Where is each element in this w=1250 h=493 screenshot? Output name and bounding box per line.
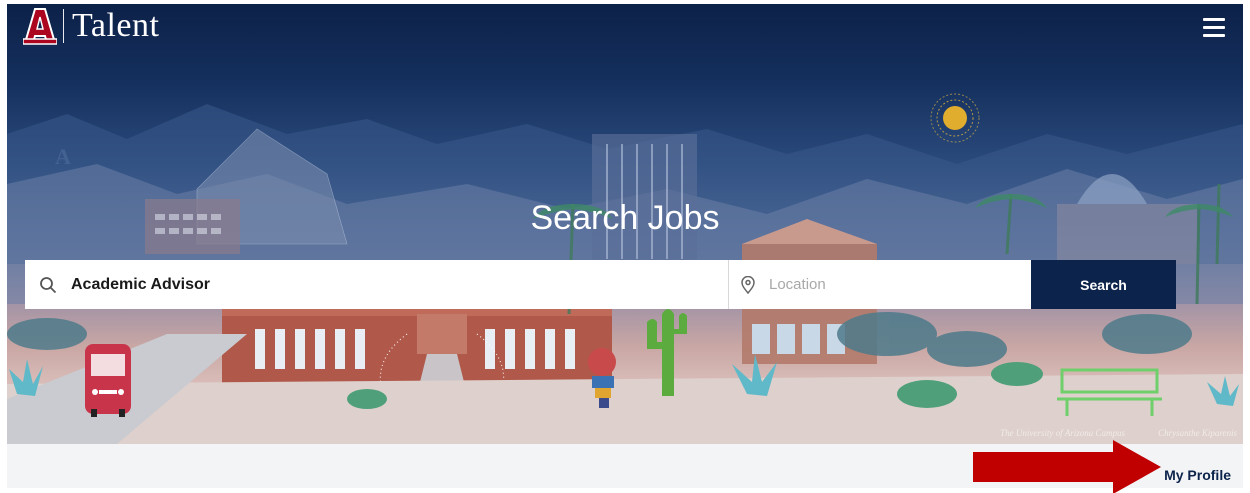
university-a-logo [23,8,57,45]
job-search-bar: Search [25,260,1183,309]
location-pin-icon [741,275,755,294]
location-field[interactable] [729,260,1031,309]
keyword-field[interactable] [25,260,729,309]
hamburger-menu-icon[interactable] [1203,18,1225,38]
brand-name: Talent [72,7,160,44]
my-profile-link[interactable]: My Profile [1164,467,1231,483]
svg-text:A: A [55,144,71,169]
page-title: Search Jobs [530,199,720,237]
search-button[interactable]: Search [1031,260,1176,309]
brand[interactable]: Talent [23,6,159,46]
keyword-input[interactable] [71,275,671,294]
illustration-credit-campus: The University of Arizona Campus [1000,428,1125,438]
red-arrow-annotation [973,440,1161,493]
location-input[interactable] [769,276,1019,293]
talent-app: A Talent Search Jobs Academic Advisor Lo… [0,0,1250,493]
search-icon [40,276,57,293]
brand-divider [63,9,64,43]
illustration-credit-artist: Chrysanthe Kiparenis [1158,428,1237,438]
hero-banner: A Talent Search Jobs Academic Advisor Lo… [7,4,1243,444]
